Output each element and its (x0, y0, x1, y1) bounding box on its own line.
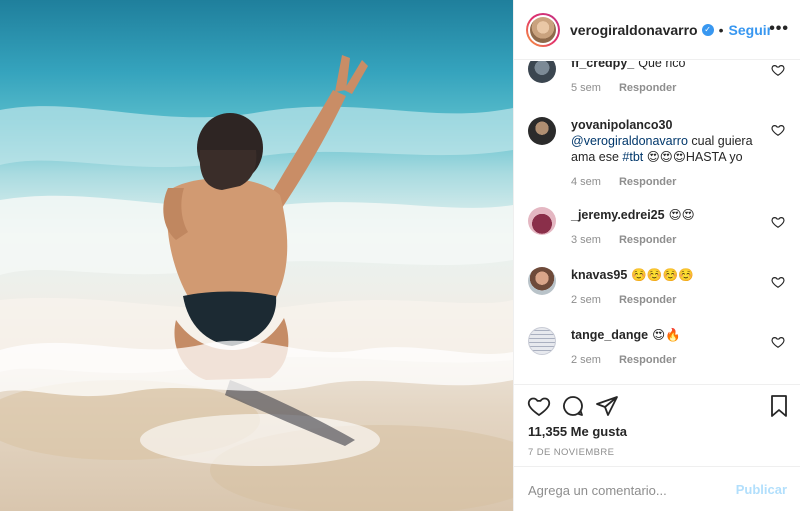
commenter-username[interactable]: ff_credpy_ (571, 61, 634, 70)
reply-button[interactable]: Responder (619, 176, 676, 188)
photo-scene (0, 55, 513, 511)
reply-button[interactable]: Responder (619, 294, 676, 306)
comments-list[interactable]: ff_credpy_ Que rico 5 sem Responder yovani… (514, 61, 800, 384)
comment-time: 2 sem (571, 294, 601, 306)
like-heart-icon[interactable] (527, 394, 551, 418)
comment-time: 2 sem (571, 354, 601, 366)
verified-badge-icon: ✓ (701, 23, 714, 36)
commenter-avatar[interactable] (528, 327, 556, 355)
heart-icon[interactable] (771, 215, 785, 229)
follow-button[interactable]: Seguir (729, 22, 773, 38)
post-actions: 11,355 Me gusta 7 DE NOVIEMBRE (514, 384, 800, 466)
commenter-username[interactable]: tange_dange (571, 328, 648, 342)
commenter-username[interactable]: knavas95 (571, 268, 627, 282)
comment-text: 😍😍😍HASTA yo (643, 150, 743, 164)
comment-input[interactable] (528, 479, 728, 501)
add-comment-bar: Publicar (514, 466, 800, 511)
bookmark-icon[interactable] (767, 394, 791, 418)
comment-time: 3 sem (571, 234, 601, 246)
author-avatar-photo (530, 16, 556, 43)
author-avatar[interactable] (526, 12, 560, 47)
post-photo[interactable] (0, 0, 513, 511)
commenter-avatar[interactable] (528, 207, 556, 235)
commenter-avatar[interactable] (528, 267, 556, 295)
heart-icon[interactable] (771, 63, 785, 77)
commenter-avatar[interactable] (528, 61, 556, 83)
post-header: verogiraldonavarro ✓ • Seguir ••• (514, 0, 800, 60)
comment-mention[interactable]: @verogiraldonavarro (571, 134, 688, 148)
share-icon[interactable] (595, 394, 619, 418)
comment-time: 4 sem (571, 176, 601, 188)
publish-button[interactable]: Publicar (736, 482, 787, 497)
likes-count[interactable]: 11,355 Me gusta (528, 424, 627, 439)
comment-text: ☺️☺️☺️☺️ (631, 268, 694, 282)
comment-hashtag[interactable]: #tbt (622, 150, 643, 164)
commenter-username[interactable]: yovanipolanco30 (571, 118, 672, 132)
heart-icon[interactable] (771, 123, 785, 137)
author-username[interactable]: verogiraldonavarro (570, 22, 698, 38)
comment-text: 😍😍 (668, 208, 695, 222)
comment-time: 5 sem (571, 82, 601, 94)
reply-button[interactable]: Responder (619, 82, 676, 94)
separator-dot: • (718, 21, 724, 38)
post-side-panel: verogiraldonavarro ✓ • Seguir ••• ff_cre… (513, 0, 800, 511)
comment-text: 😍🔥 (652, 328, 681, 342)
reply-button[interactable]: Responder (619, 354, 676, 366)
more-options-icon[interactable]: ••• (769, 20, 789, 38)
comment-text: Que rico (638, 61, 686, 70)
commenter-avatar[interactable] (528, 117, 556, 145)
commenter-username[interactable]: _jeremy.edrei25 (571, 208, 665, 222)
comment-icon[interactable] (561, 394, 585, 418)
heart-icon[interactable] (771, 335, 785, 349)
heart-icon[interactable] (771, 275, 785, 289)
post-date[interactable]: 7 DE NOVIEMBRE (528, 447, 614, 458)
reply-button[interactable]: Responder (619, 234, 676, 246)
